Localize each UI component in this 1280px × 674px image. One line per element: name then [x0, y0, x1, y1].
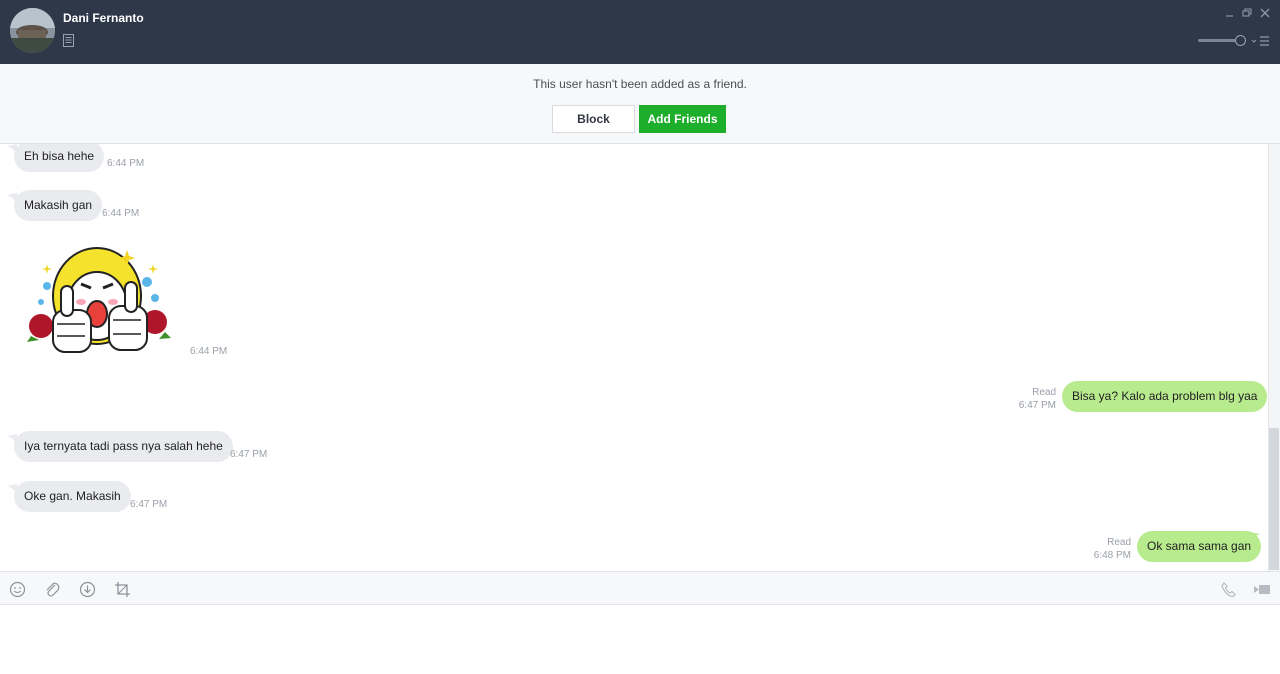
- read-status: Read: [1107, 537, 1131, 548]
- call-icon[interactable]: [1220, 581, 1237, 598]
- bubble-tail: [1250, 382, 1260, 392]
- crop-icon[interactable]: [114, 581, 131, 598]
- volume-slider[interactable]: [1198, 39, 1240, 42]
- message-time: 6:44 PM: [190, 346, 228, 357]
- contact-name: Dani Fernanto: [63, 11, 144, 25]
- title-bar: Dani Fernanto: [0, 0, 1280, 64]
- chat-history[interactable]: Eh bisa hehe 6:44 PM Makasih gan 6:44 PM: [0, 144, 1268, 571]
- read-status: Read: [1032, 387, 1056, 398]
- menu-icon[interactable]: [1251, 35, 1271, 47]
- attach-icon[interactable]: [44, 581, 61, 598]
- note-icon[interactable]: [63, 34, 74, 47]
- video-call-icon[interactable]: [1254, 581, 1271, 598]
- volume-slider-knob[interactable]: [1235, 35, 1246, 46]
- close-icon[interactable]: [1258, 6, 1272, 20]
- minimize-icon[interactable]: [1223, 6, 1237, 20]
- message-time: 6:44 PM: [107, 158, 145, 169]
- message-input[interactable]: [0, 605, 1280, 674]
- banner-message: This user hasn't been added as a friend.: [533, 77, 747, 91]
- block-button[interactable]: Block: [552, 105, 635, 133]
- message-time: 6:44 PM: [102, 208, 140, 219]
- bubble-tail: [1250, 532, 1260, 542]
- friend-request-banner: This user hasn't been added as a friend.…: [0, 64, 1280, 144]
- sticker-image[interactable]: [25, 244, 173, 360]
- restore-icon[interactable]: [1240, 6, 1254, 20]
- message-bubble[interactable]: Makasih gan: [14, 190, 103, 221]
- message-time: 6:47 PM: [230, 449, 268, 460]
- message-bubble[interactable]: Bisa ya? Kalo ada problem blg yaa: [1062, 381, 1268, 412]
- add-friends-button[interactable]: Add Friends: [639, 105, 726, 133]
- message-time: 6:47 PM: [1018, 400, 1056, 411]
- avatar[interactable]: [10, 8, 55, 53]
- message-toolbar: [0, 571, 1280, 605]
- emoji-icon[interactable]: [9, 581, 26, 598]
- message-bubble[interactable]: Eh bisa hehe: [14, 144, 105, 172]
- message-bubble[interactable]: Oke gan. Makasih: [14, 481, 131, 512]
- scrollbar-thumb[interactable]: [1269, 428, 1279, 570]
- message-time: 6:47 PM: [130, 499, 168, 510]
- download-icon[interactable]: [79, 581, 96, 598]
- message-bubble[interactable]: Ok sama sama gan: [1137, 531, 1262, 562]
- message-bubble[interactable]: Iya ternyata tadi pass nya salah hehe: [14, 431, 233, 462]
- message-time: 6:48 PM: [1093, 550, 1131, 561]
